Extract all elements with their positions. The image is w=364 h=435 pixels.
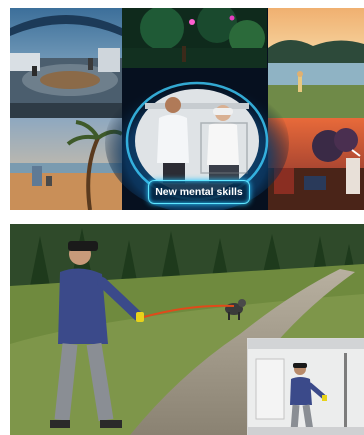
vr-walking-scene bbox=[10, 224, 364, 435]
lab-setup-inset-photo bbox=[247, 338, 364, 435]
new-mental-skills-badge: New mental skills bbox=[148, 180, 250, 204]
vr-environments-collage: New mental skills bbox=[10, 8, 364, 210]
